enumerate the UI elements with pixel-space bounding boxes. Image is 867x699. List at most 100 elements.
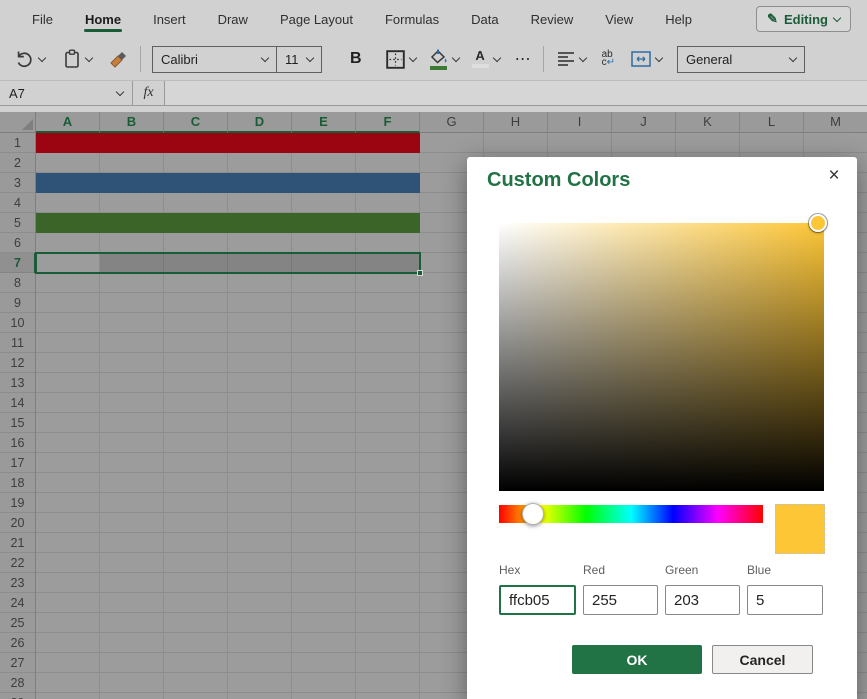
number-format-select[interactable]: General xyxy=(677,46,805,73)
menu-tab-insert[interactable]: Insert xyxy=(137,0,202,38)
merge-cells-button[interactable] xyxy=(631,51,662,67)
more-options-button[interactable]: ⋯ xyxy=(515,49,532,69)
menu-tab-help[interactable]: Help xyxy=(649,0,708,38)
column-header-f[interactable]: F xyxy=(356,112,420,133)
chevron-down-icon xyxy=(38,53,46,61)
column-header-e[interactable]: E xyxy=(292,112,356,133)
menu-tab-home[interactable]: Home xyxy=(69,0,137,38)
row-header-25[interactable]: 25 xyxy=(0,613,35,633)
row-header-14[interactable]: 14 xyxy=(0,393,35,413)
row-header-gutter: 1234567891011121314151617181920212223242… xyxy=(0,133,36,699)
saturation-value-picker[interactable] xyxy=(499,223,824,491)
row-header-16[interactable]: 16 xyxy=(0,433,35,453)
font-name-select[interactable]: Calibri xyxy=(152,46,277,73)
paste-button[interactable] xyxy=(63,49,92,69)
selected-color-swatch xyxy=(775,504,825,554)
ok-button[interactable]: OK xyxy=(572,645,702,674)
row-header-2[interactable]: 2 xyxy=(0,153,35,173)
column-header-h[interactable]: H xyxy=(484,112,548,133)
row-header-24[interactable]: 24 xyxy=(0,593,35,613)
close-icon[interactable]: × xyxy=(819,161,849,191)
menu-bar: FileHomeInsertDraw Page Layout Formulas Dat… xyxy=(0,0,867,38)
row-header-12[interactable]: 12 xyxy=(0,353,35,373)
wrap-text-button[interactable]: ab c↵ xyxy=(602,51,615,67)
selection-fill-handle[interactable] xyxy=(417,270,423,276)
menu-tab-draw[interactable]: Draw xyxy=(202,0,264,38)
bold-button[interactable]: B xyxy=(344,50,368,68)
row-header-8[interactable]: 8 xyxy=(0,273,35,293)
column-header-a[interactable]: A xyxy=(36,112,100,133)
row-header-13[interactable]: 13 xyxy=(0,373,35,393)
formula-input[interactable] xyxy=(165,81,867,105)
borders-button[interactable] xyxy=(386,50,416,69)
alignment-button[interactable] xyxy=(557,51,586,67)
red-input[interactable] xyxy=(583,585,658,615)
chevron-down-icon xyxy=(85,53,93,61)
row-header-23[interactable]: 23 xyxy=(0,573,35,593)
blue-input[interactable] xyxy=(747,585,823,615)
column-header-k[interactable]: K xyxy=(676,112,740,133)
green-input[interactable] xyxy=(665,585,740,615)
row-header-7[interactable]: 7 xyxy=(0,253,35,273)
column-header-d[interactable]: D xyxy=(228,112,292,133)
filled-cells-a1:f1[interactable] xyxy=(36,133,420,153)
chevron-down-icon xyxy=(578,53,586,61)
menu-tab-review[interactable]: Review xyxy=(515,0,590,38)
menu-tab-label: Data xyxy=(471,12,498,27)
chevron-down-icon xyxy=(451,53,459,61)
fill-color-button[interactable] xyxy=(429,49,459,70)
menu-tab-label: Page Layout xyxy=(280,12,353,27)
row-header-1[interactable]: 1 xyxy=(0,133,35,153)
row-header-19[interactable]: 19 xyxy=(0,493,35,513)
row-header-15[interactable]: 15 xyxy=(0,413,35,433)
column-header-b[interactable]: B xyxy=(100,112,164,133)
cancel-button[interactable]: Cancel xyxy=(712,645,813,674)
row-header-6[interactable]: 6 xyxy=(0,233,35,253)
row-header-28[interactable]: 28 xyxy=(0,673,35,693)
row-header-27[interactable]: 27 xyxy=(0,653,35,673)
filled-cells-a3:f3[interactable] xyxy=(36,173,420,193)
row-header-3[interactable]: 3 xyxy=(0,173,35,193)
row-header-26[interactable]: 26 xyxy=(0,633,35,653)
row-header-10[interactable]: 10 xyxy=(0,313,35,333)
menu-tab-data[interactable]: Data xyxy=(455,0,514,38)
row-header-11[interactable]: 11 xyxy=(0,333,35,353)
red-label: Red xyxy=(583,563,658,577)
menu-tab-formulas[interactable]: Formulas xyxy=(369,0,455,38)
picker-handle[interactable] xyxy=(809,214,827,232)
insert-function-button[interactable]: fx xyxy=(133,81,165,105)
row-header-4[interactable]: 4 xyxy=(0,193,35,213)
name-box[interactable]: A7 xyxy=(0,81,133,105)
column-header-l[interactable]: L xyxy=(740,112,804,133)
format-painter-icon xyxy=(108,49,129,69)
row-header-9[interactable]: 9 xyxy=(0,293,35,313)
row-header-29[interactable]: 29 xyxy=(0,693,35,699)
menu-tab-label: Help xyxy=(665,12,692,27)
column-header-g[interactable]: G xyxy=(420,112,484,133)
column-header-j[interactable]: J xyxy=(612,112,676,133)
column-header-m[interactable]: M xyxy=(804,112,867,133)
editing-mode-button[interactable]: ✎ Editing xyxy=(756,6,851,32)
row-header-21[interactable]: 21 xyxy=(0,533,35,553)
select-all-corner[interactable] xyxy=(0,112,36,133)
row-header-20[interactable]: 20 xyxy=(0,513,35,533)
menu-tab-view[interactable]: View xyxy=(589,0,649,38)
column-header-i[interactable]: I xyxy=(548,112,612,133)
row-header-18[interactable]: 18 xyxy=(0,473,35,493)
green-label: Green xyxy=(665,563,740,577)
row-header-5[interactable]: 5 xyxy=(0,213,35,233)
menu-tab-label: Review xyxy=(531,12,574,27)
font-color-bar xyxy=(472,64,489,68)
menu-tab-file[interactable]: File xyxy=(16,0,69,38)
row-header-22[interactable]: 22 xyxy=(0,553,35,573)
column-header-c[interactable]: C xyxy=(164,112,228,133)
undo-button[interactable] xyxy=(14,49,45,69)
hex-input[interactable] xyxy=(499,585,576,615)
font-size-select[interactable]: 11 xyxy=(276,46,322,73)
format-painter-button[interactable] xyxy=(108,49,129,69)
menu-tab-page-layout[interactable]: Page Layout xyxy=(264,0,369,38)
font-color-button[interactable]: A xyxy=(472,50,500,68)
filled-cells-a5:f5[interactable] xyxy=(36,213,420,233)
row-header-17[interactable]: 17 xyxy=(0,453,35,473)
custom-colors-dialog: Custom Colors × HexRedGreenBlue OK Cance… xyxy=(467,157,857,699)
